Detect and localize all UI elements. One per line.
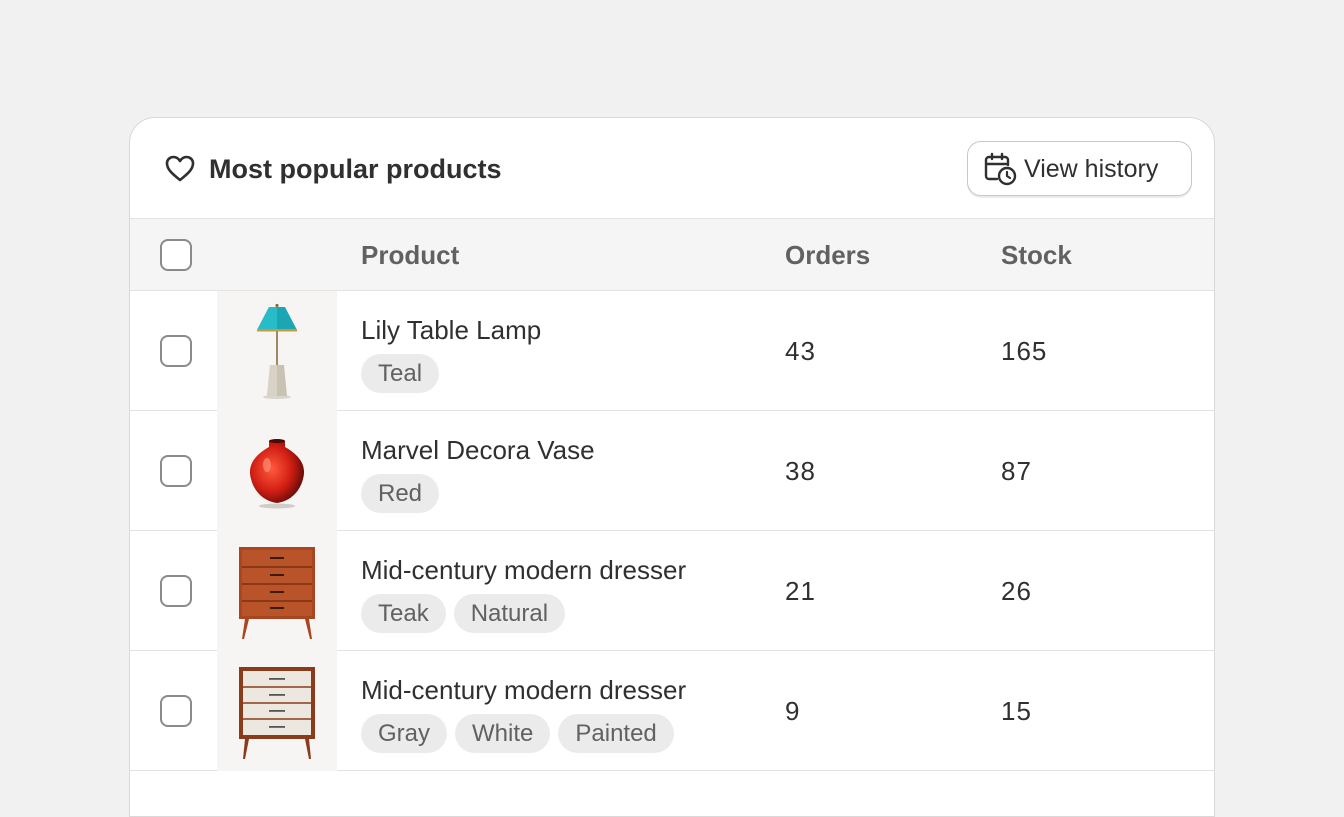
- product-name[interactable]: Mid-century modern dresser: [361, 553, 686, 587]
- product-thumbnail: [217, 291, 337, 411]
- stock-value: 26: [1001, 576, 1032, 606]
- stock-value: 87: [1001, 456, 1032, 486]
- table-row[interactable]: Lily Table Lamp Teal 43 165: [130, 291, 1214, 411]
- stock-value: 15: [1001, 696, 1032, 726]
- product-tag: Natural: [453, 594, 566, 633]
- table-header-row: Product Orders Stock: [130, 219, 1214, 291]
- card-header: Most popular products View history: [130, 118, 1214, 219]
- row-checkbox[interactable]: [160, 335, 192, 367]
- product-thumbnail: [217, 651, 337, 771]
- product-tag: White: [455, 714, 551, 753]
- card-title: Most popular products: [209, 154, 502, 184]
- product-tags: Red: [361, 474, 440, 513]
- product-name[interactable]: Marvel Decora Vase: [361, 433, 595, 467]
- column-header-stock[interactable]: Stock: [1001, 239, 1072, 271]
- select-all-checkbox[interactable]: [160, 239, 192, 271]
- table-row[interactable]: Mid-century modern dresser Gray White Pa…: [130, 651, 1214, 771]
- teak-dresser-image: [239, 547, 315, 639]
- product-tag: Painted: [558, 714, 674, 753]
- product-tags: Gray White Painted: [361, 714, 674, 753]
- product-thumbnail: [217, 531, 337, 651]
- row-checkbox[interactable]: [160, 695, 192, 727]
- row-checkbox[interactable]: [160, 455, 192, 487]
- product-tag: Teak: [361, 594, 446, 633]
- table-row[interactable]: Marvel Decora Vase Red 38 87: [130, 411, 1214, 531]
- product-name[interactable]: Mid-century modern dresser: [361, 673, 686, 707]
- column-header-orders[interactable]: Orders: [785, 239, 870, 271]
- stock-value: 165: [1001, 336, 1048, 366]
- white-dresser-image: [239, 667, 315, 759]
- product-tags: Teal: [361, 354, 440, 393]
- product-thumbnail: [217, 411, 337, 531]
- popular-products-card: Most popular products View history Produ…: [129, 117, 1215, 817]
- calendar-clock-icon: [984, 152, 1017, 185]
- product-tags: Teak Natural: [361, 594, 566, 633]
- view-history-label: View history: [1024, 154, 1159, 183]
- orders-value: 9: [785, 696, 801, 726]
- product-name[interactable]: Lily Table Lamp: [361, 313, 541, 347]
- orders-value: 21: [785, 576, 816, 606]
- table-row[interactable]: Mid-century modern dresser Teak Natural …: [130, 531, 1214, 651]
- heart-icon: [165, 155, 195, 182]
- row-checkbox[interactable]: [160, 575, 192, 607]
- product-tag: Gray: [361, 714, 448, 753]
- product-tag: Teal: [361, 354, 440, 393]
- orders-value: 43: [785, 336, 816, 366]
- product-tag: Red: [361, 474, 440, 513]
- table-lamp-image: [257, 303, 297, 399]
- column-header-product[interactable]: Product: [361, 239, 459, 271]
- view-history-button[interactable]: View history: [967, 141, 1192, 196]
- vase-image: [249, 439, 305, 509]
- orders-value: 38: [785, 456, 816, 486]
